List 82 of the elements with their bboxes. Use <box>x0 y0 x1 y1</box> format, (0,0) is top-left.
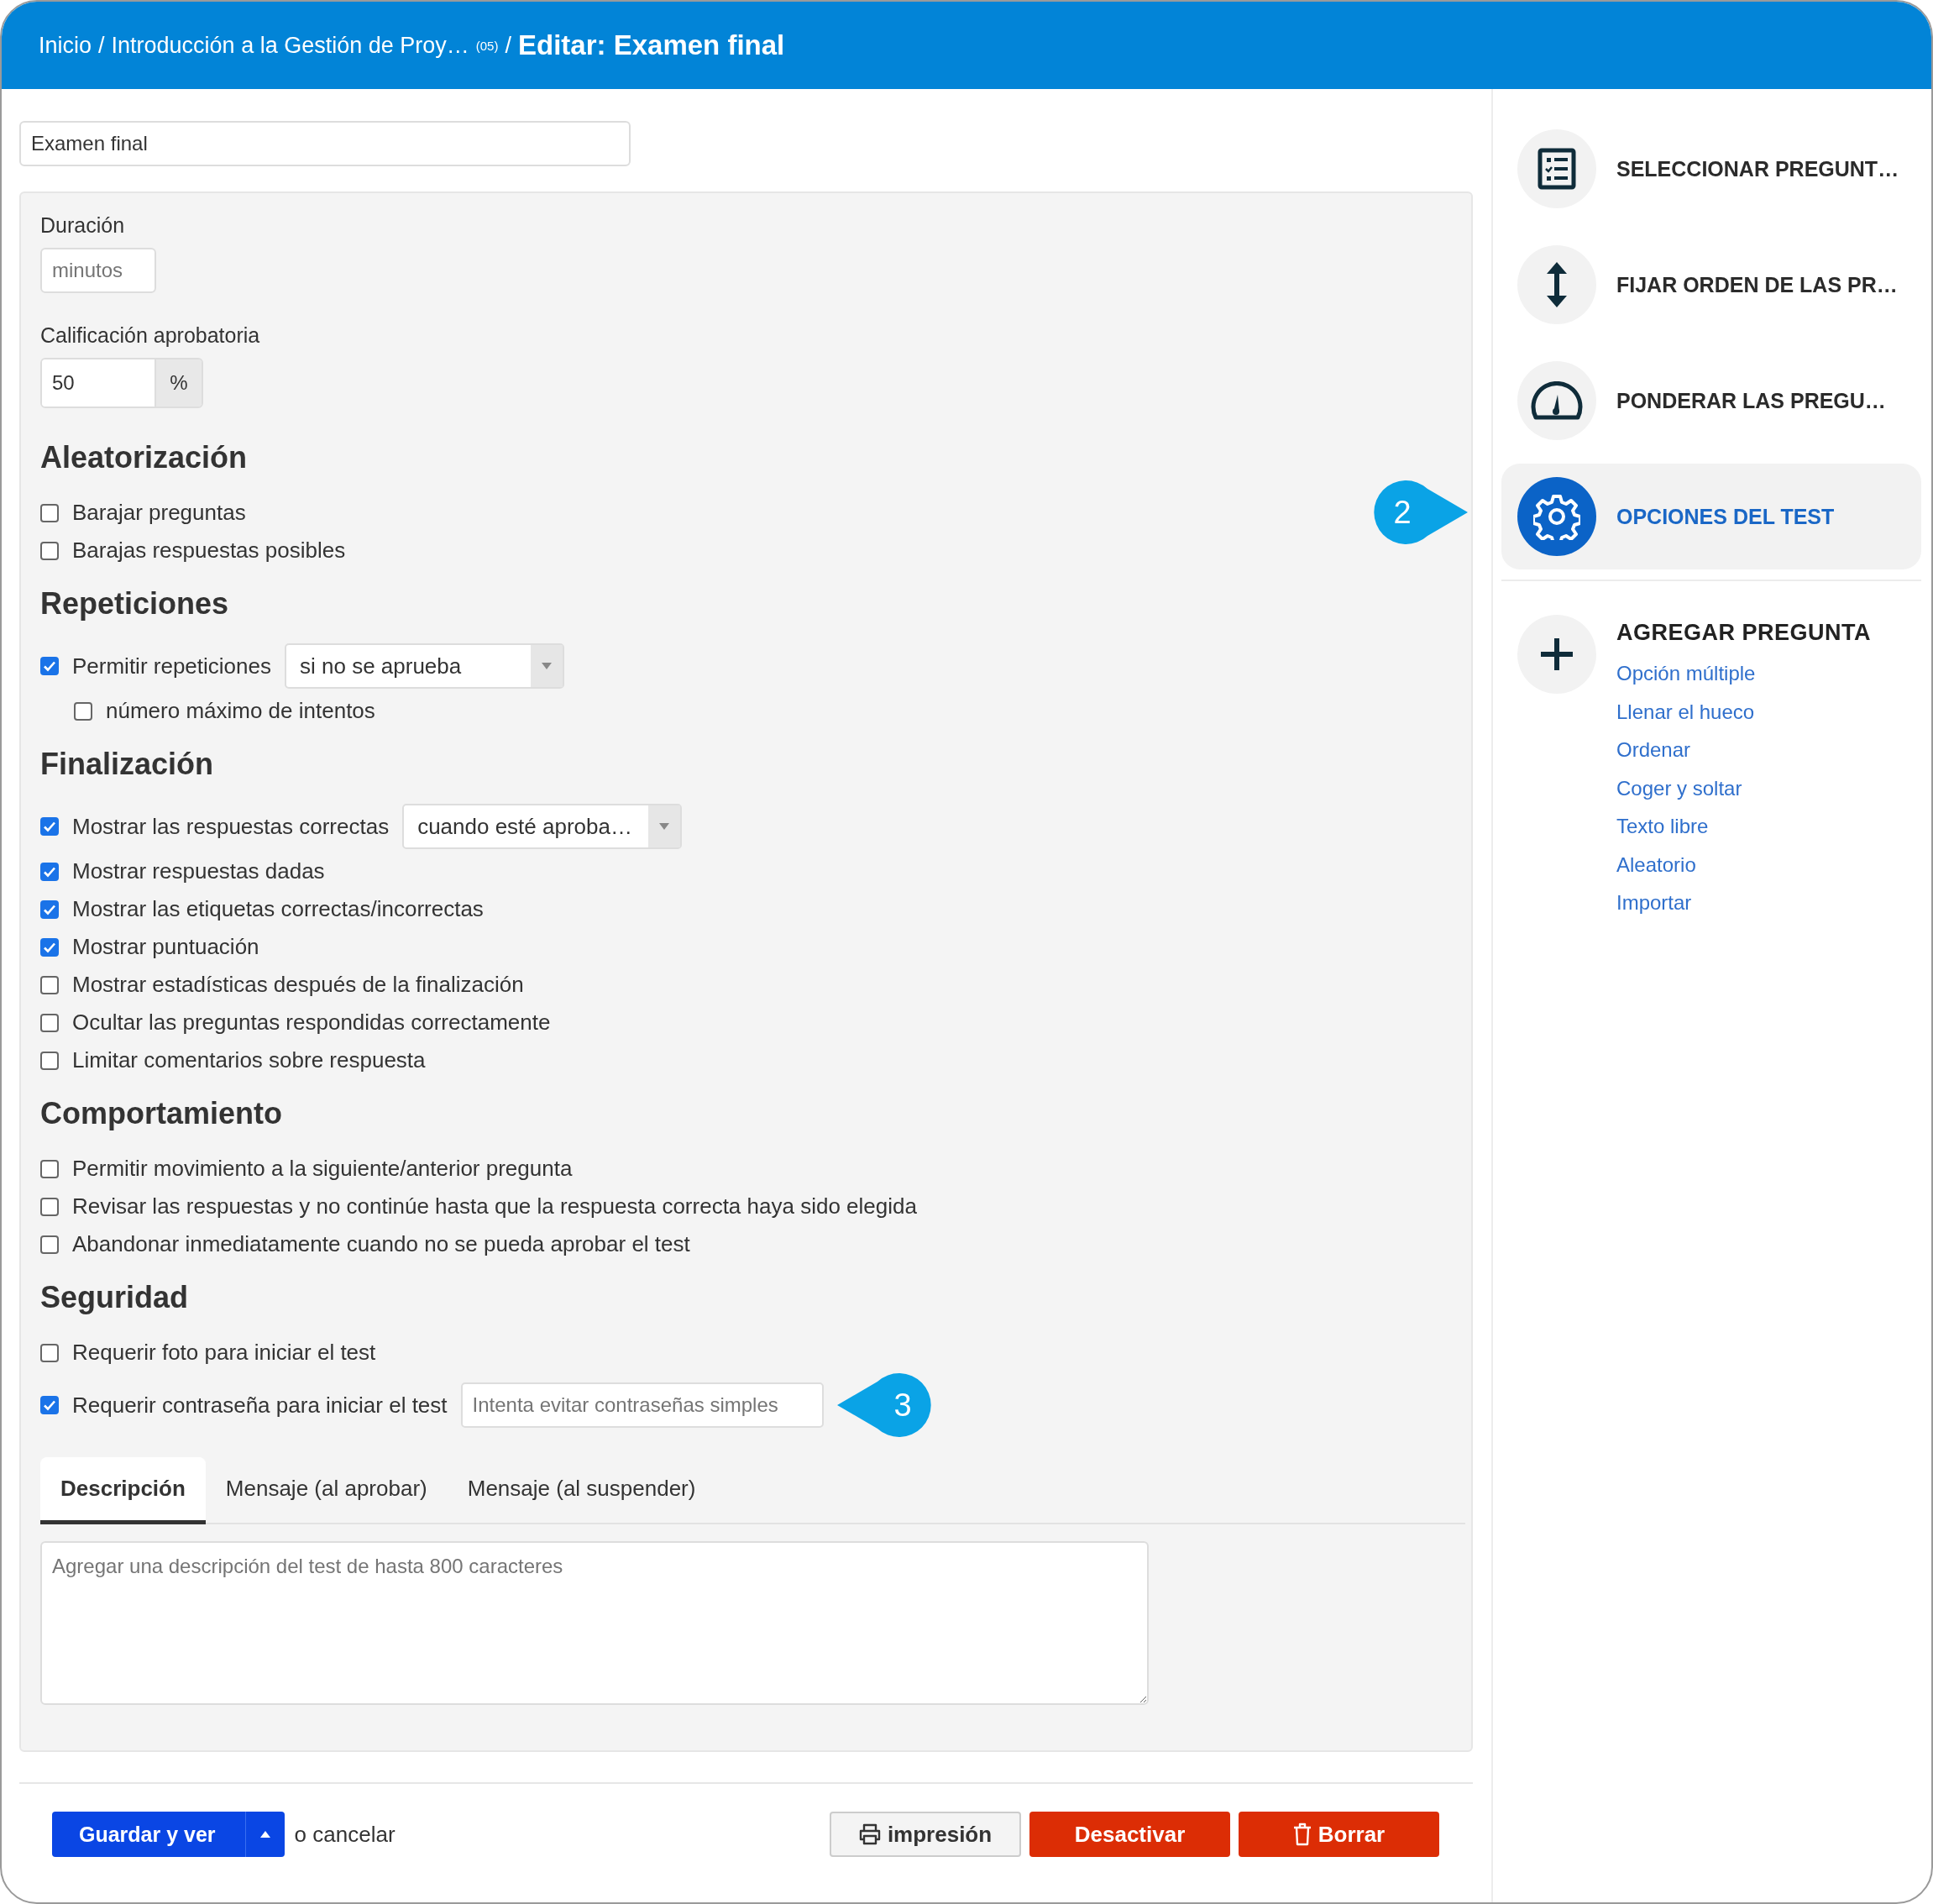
sidebar-item[interactable]: OPCIONES DEL TEST <box>1501 464 1921 569</box>
option-label: Requerir contraseña para iniciar el test <box>72 1392 448 1419</box>
question-type-link[interactable]: Ordenar <box>1616 731 1871 769</box>
section-heading: Seguridad <box>40 1280 190 1315</box>
breadcrumb-link[interactable]: Introducción a la Gestión de Proy… <box>111 32 469 59</box>
section-heading: Repeticiones <box>40 586 230 622</box>
printer-icon <box>858 1823 881 1845</box>
section-heading: Finalización <box>40 747 215 782</box>
option-label: Barajas respuestas posibles <box>72 538 346 564</box>
option-label: Abandonar inmediatamente cuando no se pueda aprobar el test <box>72 1231 690 1257</box>
checkbox[interactable] <box>40 937 59 957</box>
title-field[interactable]: Examen final <box>19 121 631 166</box>
section-heading: Aleatorización <box>40 440 249 475</box>
tab[interactable]: Descripción <box>40 1457 206 1524</box>
dropdown[interactable]: cuando esté aproba… <box>402 804 683 849</box>
option-label: Permitir movimiento a la siguiente/anterior pregunta <box>72 1156 573 1182</box>
checkbox[interactable] <box>74 701 92 721</box>
dropdown[interactable]: si no se aprueba <box>285 643 564 689</box>
option-label: Mostrar puntuación <box>72 934 259 960</box>
save-button[interactable]: Guardar y ver <box>52 1812 285 1857</box>
option-label: Requerir foto para iniciar el test <box>72 1340 376 1366</box>
checkbox[interactable] <box>40 1343 59 1362</box>
question-type-link[interactable]: Texto libre <box>1616 807 1871 846</box>
option-label: Permitir repeticiones <box>72 653 271 679</box>
caret-icon <box>659 823 670 830</box>
deactivate-button[interactable]: Desactivar <box>1029 1812 1230 1857</box>
description-field[interactable]: Agregar una descripción del test de hasta 800 caracteres <box>40 1541 1149 1705</box>
checkbox[interactable] <box>40 503 59 522</box>
checkbox[interactable] <box>40 1159 59 1178</box>
print-button[interactable]: impresión <box>830 1812 1021 1857</box>
checkbox[interactable] <box>40 817 59 836</box>
checkbox[interactable] <box>40 657 59 675</box>
question-type-link[interactable]: Llenar el hueco <box>1616 692 1871 731</box>
gauge-icon <box>1530 381 1584 420</box>
tab[interactable]: Mensaje (al suspender) <box>447 1457 716 1524</box>
password-field[interactable]: Intenta evitar contraseñas simples <box>460 1382 824 1428</box>
breadcrumb-link[interactable]: Inicio <box>39 32 92 59</box>
checkbox[interactable] <box>40 862 59 881</box>
plus-icon <box>1539 637 1574 672</box>
option-label: Ocultar las preguntas respondidas correctamente <box>72 1010 551 1036</box>
sidebar-item[interactable]: PONDERAR LAS PREGU… <box>1501 348 1921 454</box>
cancel-link[interactable]: o cancelar <box>294 1821 396 1848</box>
checkbox[interactable] <box>40 975 59 994</box>
breadcrumb-separator: / <box>505 32 511 59</box>
question-type-link[interactable]: Opción múltiple <box>1616 654 1871 693</box>
option-label: Mostrar las respuestas correctas <box>72 813 390 840</box>
section-heading: Comportamiento <box>40 1096 283 1131</box>
duration-field[interactable]: minutos <box>40 248 156 293</box>
option-label: Revisar las respuestas y no continúe hasta que la respuesta correcta haya sido elegida <box>72 1193 917 1220</box>
sidebar-item[interactable]: SELECCIONAR PREGUNT… <box>1501 116 1921 222</box>
grade-field[interactable]: 50 % <box>40 358 203 408</box>
breadcrumb-separator: / <box>98 32 105 59</box>
option-label: Limitar comentarios sobre respuesta <box>72 1047 426 1073</box>
checkbox[interactable] <box>40 1013 59 1032</box>
option-label: Mostrar estadísticas después de la finalización <box>72 972 524 998</box>
checkbox[interactable] <box>40 1051 59 1070</box>
checkbox[interactable] <box>40 541 59 560</box>
caret-icon <box>542 663 552 669</box>
option-label: Mostrar respuestas dadas <box>72 858 325 884</box>
checklist-icon <box>1537 148 1576 190</box>
field-label: Duración <box>40 213 126 238</box>
page-title: Editar: Examen final <box>518 29 785 61</box>
delete-button[interactable]: Borrar <box>1239 1812 1439 1857</box>
question-type-link[interactable]: Coger y soltar <box>1616 768 1871 807</box>
question-type-link[interactable]: Aleatorio <box>1616 845 1871 884</box>
option-label: número máximo de intentos <box>106 698 375 724</box>
checkbox[interactable] <box>40 1396 59 1414</box>
question-type-link[interactable]: Importar <box>1616 884 1871 922</box>
sidebar-item[interactable]: FIJAR ORDEN DE LAS PR… <box>1501 232 1921 338</box>
checkbox[interactable] <box>40 1235 59 1254</box>
breadcrumb-count: (05) <box>475 38 499 53</box>
field-label: Calificación aprobatoria <box>40 323 261 348</box>
checkbox[interactable] <box>40 1197 59 1216</box>
vertical-arrows-icon <box>1544 260 1569 309</box>
tab[interactable]: Mensaje (al aprobar) <box>205 1457 448 1524</box>
section-heading: AGREGAR PREGUNTA <box>1616 620 1871 646</box>
checkbox[interactable] <box>40 900 59 919</box>
trash-icon <box>1292 1823 1312 1846</box>
caret-icon <box>259 1831 270 1838</box>
option-label: Mostrar las etiquetas correctas/incorrectas <box>72 896 484 922</box>
settings-icon <box>1533 493 1580 540</box>
option-label: Barajar preguntas <box>72 500 246 526</box>
